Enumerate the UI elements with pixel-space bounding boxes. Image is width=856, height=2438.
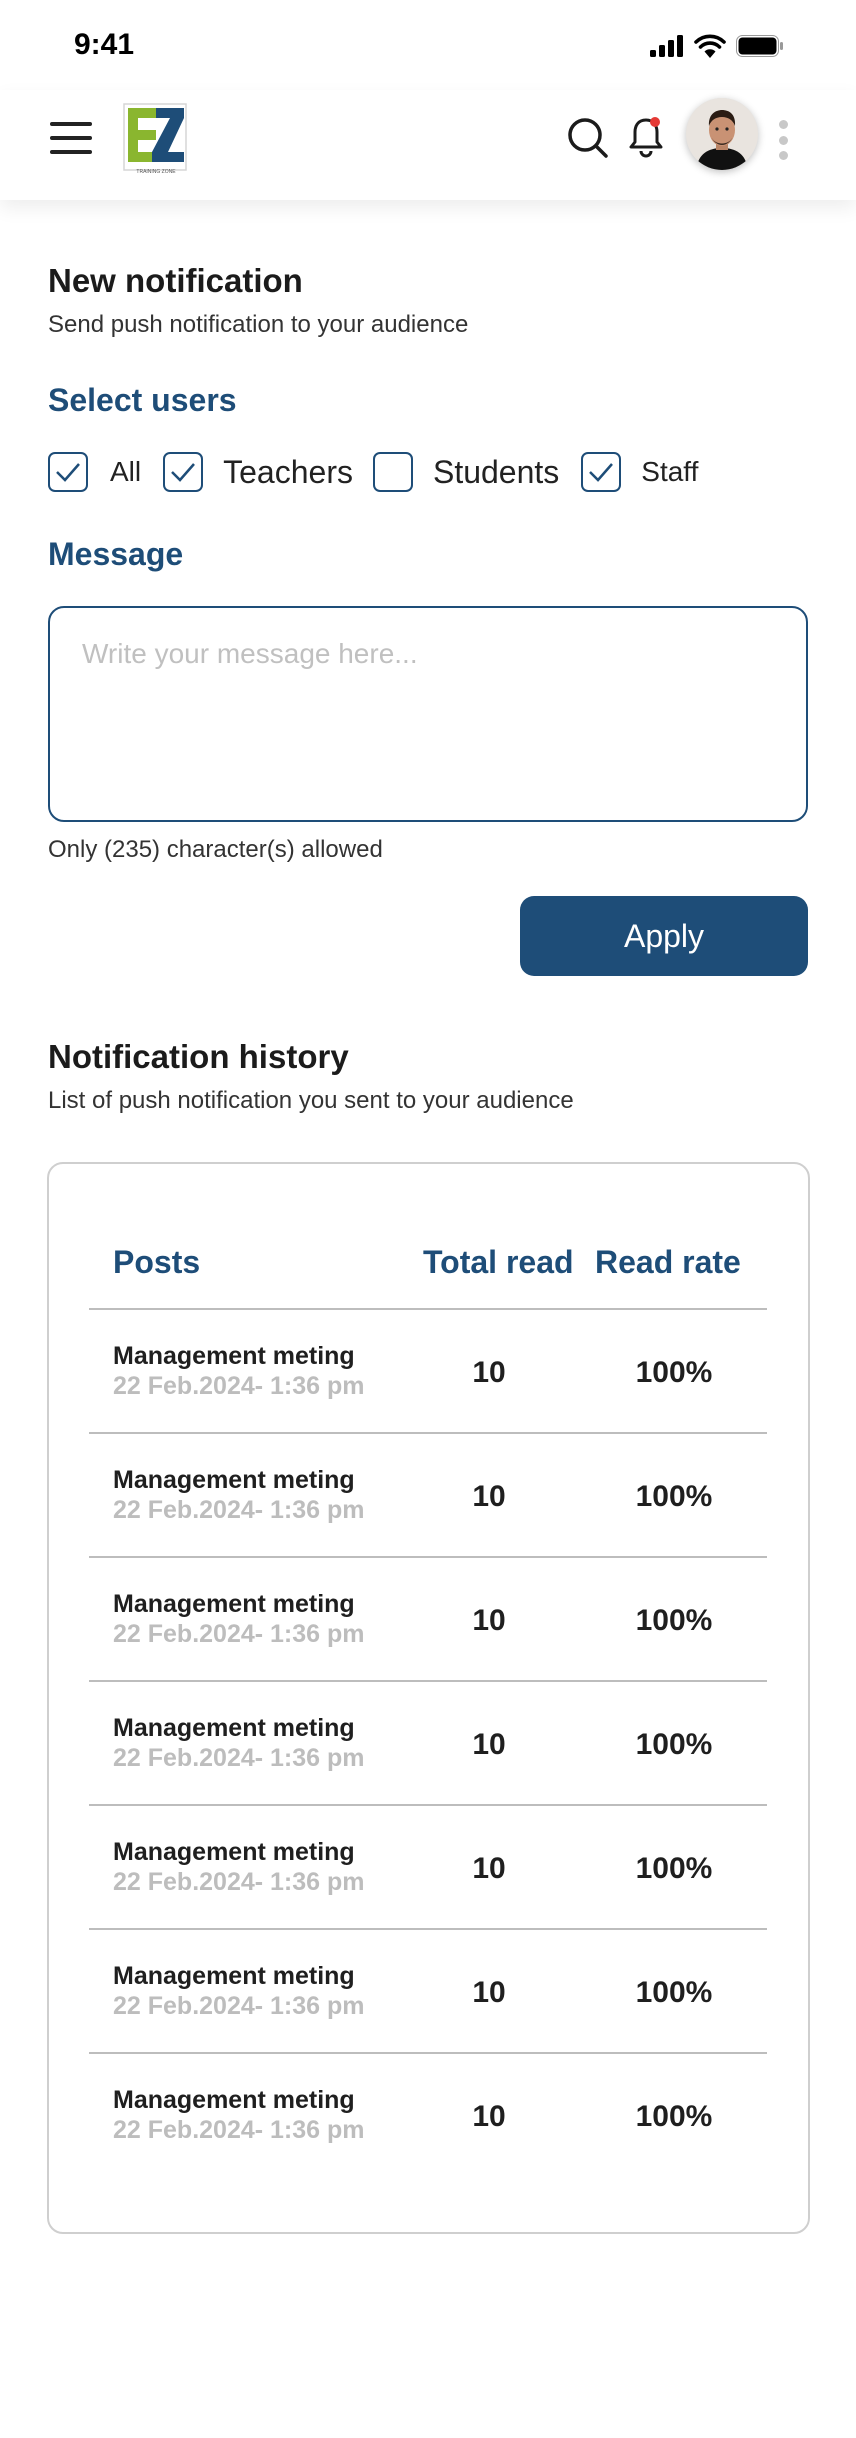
check-icon [589,463,614,482]
table-row[interactable]: Management meting 22 Feb.2024- 1:36 pm 1… [89,1558,767,1682]
row-read-rate: 100% [635,1480,713,1513]
checkbox-staff-label: Staff [641,456,699,487]
row-date: 22 Feb.2024- 1:36 pm [113,1744,365,1772]
checkbox-teachers-label: Teachers [223,453,353,490]
status-time: 9:41 [74,28,135,61]
row-total-read: 10 [472,1480,506,1513]
row-read-rate: 100% [635,1728,713,1761]
logo[interactable]: TRAINING ZONE [122,100,190,178]
column-header-posts: Posts [113,1244,201,1280]
row-read-rate: 100% [635,1852,713,1885]
table-row[interactable]: Management meting 22 Feb.2024- 1:36 pm 1… [89,1310,767,1434]
table-row[interactable]: Management meting 22 Feb.2024- 1:36 pm 1… [89,1434,767,1558]
checkbox-staff[interactable]: Staff [581,452,698,492]
apply-button[interactable]: Apply [520,896,808,976]
row-title: Management meting [113,1714,355,1742]
row-read-rate: 100% [635,1604,713,1637]
checkbox-teachers-box[interactable] [163,452,204,492]
row-date: 22 Feb.2024- 1:36 pm [113,1868,365,1896]
row-date: 22 Feb.2024- 1:36 pm [113,2116,365,2144]
row-title: Management meting [113,1838,355,1866]
row-read-rate: 100% [635,1976,713,2009]
table-row[interactable]: Management meting 22 Feb.2024- 1:36 pm 1… [89,1806,767,1930]
avatar-image [686,98,758,170]
checkbox-all-box[interactable] [48,452,88,492]
new-notification-subtitle: Send push notification to your audience [48,311,469,338]
app-header: TRAINING ZONE [0,90,856,200]
row-total-read: 10 [472,1604,506,1637]
row-title: Management meting [113,1590,355,1618]
battery-icon [736,35,783,57]
table-row[interactable]: Management meting 22 Feb.2024- 1:36 pm 1… [89,1930,767,2054]
status-bar: 9:41 [0,0,856,90]
bell-icon[interactable] [626,112,666,160]
row-title: Management meting [113,1466,355,1494]
row-date: 22 Feb.2024- 1:36 pm [113,1620,365,1648]
new-notification-title: New notification [48,262,303,299]
history-subtitle: List of push notification you sent to yo… [48,1087,574,1114]
signal-icon [650,35,683,57]
message-heading: Message [48,536,184,572]
check-icon [171,463,196,482]
table-row[interactable]: Management meting 22 Feb.2024- 1:36 pm 1… [89,1682,767,1806]
checkbox-students-box[interactable] [372,452,413,492]
status-icons [650,34,784,58]
checkbox-teachers[interactable]: Teachers [163,452,353,492]
wifi-icon [694,34,726,58]
row-title: Management meting [113,1342,355,1370]
message-field[interactable] [48,606,808,822]
history-table: Posts Total read Read rate Management me… [47,1162,810,2234]
row-total-read: 10 [472,2100,506,2133]
history-title: Notification history [48,1038,349,1075]
notification-dot [650,117,660,127]
checkbox-all[interactable]: All [48,452,141,492]
avatar[interactable] [686,98,758,170]
column-header-read-rate: Read rate [595,1244,741,1280]
checkbox-students-label: Students [432,453,560,490]
message-textarea[interactable] [50,608,806,820]
row-read-rate: 100% [635,2100,713,2133]
row-total-read: 10 [472,1356,506,1389]
row-title: Management meting [113,2086,355,2114]
menu-icon[interactable] [50,122,92,154]
checkbox-students[interactable]: Students [372,452,560,492]
column-header-total-read: Total read [423,1244,574,1280]
checkbox-staff-box[interactable] [581,452,622,492]
row-total-read: 10 [472,1976,506,2009]
logo-mark: TRAINING ZONE [123,103,187,175]
row-date: 22 Feb.2024- 1:36 pm [113,1992,365,2020]
user-checkbox-group: All Teachers Students Staff [48,452,698,492]
row-date: 22 Feb.2024- 1:36 pm [113,1372,365,1400]
search-icon[interactable] [564,114,612,162]
kebab-menu-icon[interactable] [776,120,790,160]
row-title: Management meting [113,1962,355,1990]
checkbox-all-label: All [110,456,142,487]
row-total-read: 10 [472,1852,506,1885]
row-total-read: 10 [472,1728,506,1761]
select-users-heading: Select users [48,382,237,418]
logo-tagline: TRAINING ZONE [136,169,176,175]
row-date: 22 Feb.2024- 1:36 pm [113,1496,365,1524]
char-limit-note: Only (235) character(s) allowed [48,836,383,863]
check-icon [56,463,80,482]
row-read-rate: 100% [635,1356,713,1389]
table-row[interactable]: Management meting 22 Feb.2024- 1:36 pm 1… [89,2054,767,2178]
